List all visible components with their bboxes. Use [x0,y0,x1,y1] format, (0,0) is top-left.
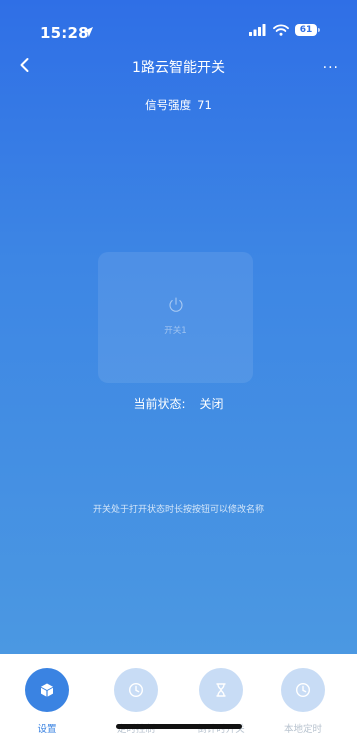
app-screen: 15:28 61 1路云智能开关 ··· 信号强度 71 开关1 当前状态: 关… [0,0,357,738]
tab-countdown-switch-circle [199,668,243,712]
location-arrow-icon [83,27,93,37]
wifi-icon [273,24,289,36]
clock-icon [295,682,311,698]
home-indicator[interactable] [116,724,242,729]
cube-icon [41,683,53,697]
signal-strength: 信号强度 71 [0,97,357,113]
tab-settings-circle [25,668,69,712]
signal-strength-value: 71 [197,98,212,112]
main-panel: 15:28 61 1路云智能开关 ··· 信号强度 71 开关1 当前状态: 关… [0,0,357,654]
battery-icon: 61 [295,24,320,36]
switch-button[interactable]: 开关1 [98,252,253,383]
battery-level: 61 [299,25,313,35]
signal-strength-label: 信号强度 [145,98,192,112]
tab-local-timer-label: 本地定时 [283,724,322,735]
tab-timer-control-circle [114,668,158,712]
page-title: 1路云智能开关 [132,60,225,76]
tab-settings-label: 设置 [37,724,57,735]
current-state: 当前状态: 关闭 [0,395,357,412]
tab-local-timer[interactable]: 本地定时 [268,668,338,735]
rename-hint: 开关处于打开状态时长按按钮可以修改名称 [92,505,264,515]
clock-icon [128,682,144,698]
tab-local-timer-circle [281,668,325,712]
power-icon [169,297,183,312]
switch-label: 开关1 [164,326,187,336]
more-options-button[interactable]: ··· [323,60,339,76]
current-state-value: 关闭 [199,397,224,411]
current-state-label: 当前状态: [133,397,186,411]
hourglass-icon [216,683,226,697]
bottom-tab-bar: 设置 定时控制 倒计时开关 本地定时 [0,654,357,738]
tab-settings[interactable]: 设置 [12,668,82,735]
cellular-signal-icon [249,24,266,36]
status-indicators: 61 [249,24,320,36]
